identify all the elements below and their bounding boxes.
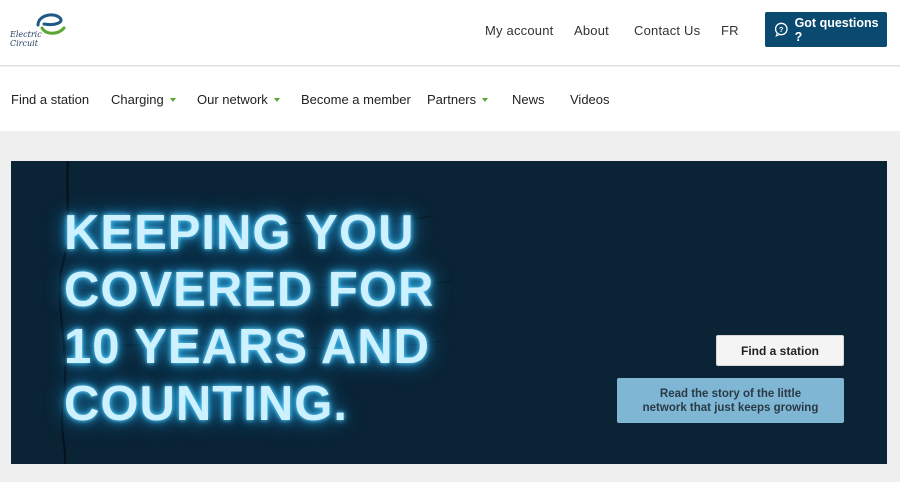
nav-label: Our network	[197, 92, 268, 107]
headline-line: 10 YEARS AND	[64, 320, 431, 374]
headline-line: COUNTING.	[64, 377, 348, 431]
nav-item-find-a-station[interactable]: Find a station	[11, 92, 89, 107]
headline-line: COVERED FOR	[64, 263, 435, 317]
got-questions-button[interactable]: ? Got questions ?	[765, 12, 887, 47]
question-bubble-icon: ?	[774, 22, 788, 37]
top-header: Electric Circuit My account About Contac…	[0, 0, 900, 66]
logo-text-line1: Electric	[10, 30, 42, 39]
nav-label: Find a station	[11, 92, 90, 107]
logo-wordmark: Electric Circuit	[10, 30, 42, 48]
nav-label: Partners	[427, 92, 477, 107]
nav-label: Videos	[570, 92, 610, 107]
nav-item-videos[interactable]: Videos	[570, 92, 610, 107]
hero-headline: KEEPING YOU COVERED FOR 10 YEARS AND COU…	[64, 205, 434, 433]
link-about[interactable]: About	[574, 23, 609, 38]
hero-banner: KEEPING YOU COVERED FOR 10 YEARS AND COU…	[11, 161, 887, 464]
nav-label: Charging	[111, 92, 164, 107]
nav-item-charging[interactable]: Charging	[111, 92, 176, 107]
chevron-down-icon	[273, 97, 280, 102]
got-questions-label: Got questions ?	[794, 15, 879, 44]
link-language-fr[interactable]: FR	[721, 23, 739, 38]
read-story-button[interactable]: Read the story of the little network tha…	[617, 378, 844, 423]
main-navigation: Find a station Charging Our network Beco…	[0, 67, 900, 131]
nav-item-news[interactable]: News	[512, 92, 545, 107]
link-contact-us[interactable]: Contact Us	[634, 23, 700, 38]
find-a-station-button[interactable]: Find a station	[716, 335, 844, 366]
nav-label: Become a member	[301, 92, 411, 107]
chevron-down-icon	[169, 97, 176, 102]
story-button-line2: network that just keeps growing	[642, 401, 819, 414]
nav-item-partners[interactable]: Partners	[427, 92, 489, 107]
nav-item-our-network[interactable]: Our network	[197, 92, 280, 107]
electric-circuit-logo[interactable]: Electric Circuit	[10, 10, 72, 50]
story-button-line1: Read the story of the little	[659, 387, 802, 400]
headline-line: KEEPING YOU	[64, 206, 415, 260]
chevron-down-icon	[482, 97, 489, 102]
svg-text:?: ?	[779, 25, 784, 34]
logo-text-line2: Circuit	[10, 39, 38, 48]
link-my-account[interactable]: My account	[485, 23, 553, 38]
nav-item-become-a-member[interactable]: Become a member	[301, 92, 411, 107]
nav-label: News	[512, 92, 545, 107]
